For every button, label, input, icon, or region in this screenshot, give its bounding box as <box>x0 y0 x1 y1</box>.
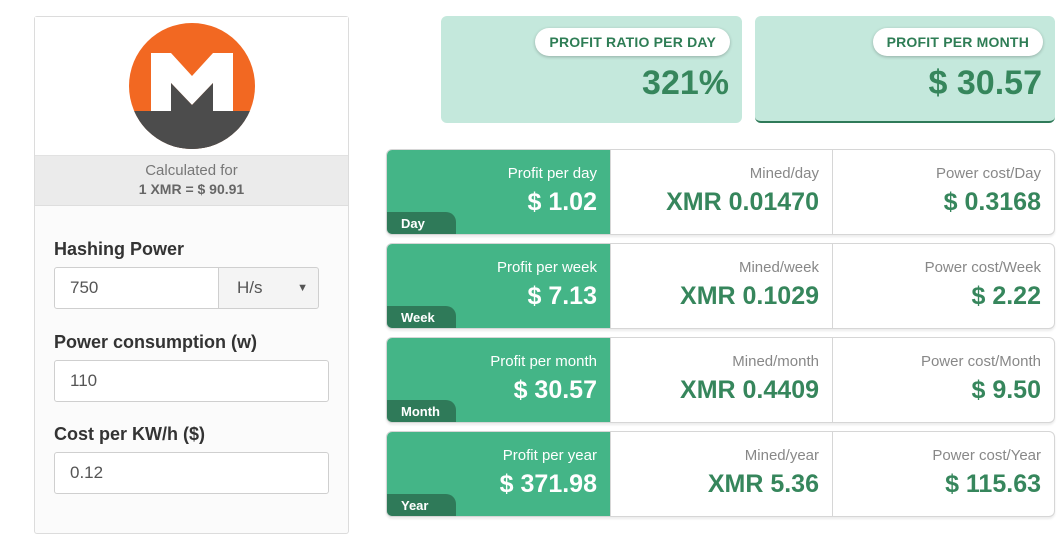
day-power-value: $ 0.3168 <box>943 188 1041 216</box>
day-power-cell: Power cost/Day $ 0.3168 <box>832 150 1054 234</box>
year-tab: Year <box>387 494 456 516</box>
day-row: Profit per day $ 1.02 Day Mined/day XMR … <box>386 149 1055 235</box>
year-mined-cell: Mined/year XMR 5.36 <box>610 432 832 516</box>
power-consumption-input[interactable]: 110 <box>54 360 329 402</box>
week-mined-cell: Mined/week XMR 0.1029 <box>610 244 832 328</box>
profit-ratio-card: PROFIT RATIO PER DAY 321% <box>441 16 742 123</box>
calculator-panel: Calculated for 1 XMR = $ 90.91 Hashing P… <box>34 16 349 534</box>
month-profit-cell: Profit per month $ 30.57 Month <box>387 338 610 422</box>
month-power-label: Power cost/Month <box>920 353 1041 370</box>
profit-ratio-label: PROFIT RATIO PER DAY <box>535 28 730 56</box>
logo-area <box>35 17 348 156</box>
year-power-cell: Power cost/Year $ 115.63 <box>832 432 1054 516</box>
rate-caption: Calculated for <box>145 162 238 179</box>
month-row: Profit per month $ 30.57 Month Mined/mon… <box>386 337 1055 423</box>
day-profit-cell: Profit per day $ 1.02 Day <box>387 150 610 234</box>
week-profit-cell: Profit per week $ 7.13 Week <box>387 244 610 328</box>
day-mined-label: Mined/day <box>749 165 819 182</box>
cost-per-kwh-input[interactable]: 0.12 <box>54 452 329 494</box>
profit-ratio-value: 321% <box>642 64 729 102</box>
week-profit-label: Profit per week <box>496 259 597 276</box>
day-mined-cell: Mined/day XMR 0.01470 <box>610 150 832 234</box>
year-mined-value: XMR 5.36 <box>707 470 819 498</box>
month-profit-label: Profit per month <box>490 353 597 370</box>
month-mined-cell: Mined/month XMR 0.4409 <box>610 338 832 422</box>
day-mined-value: XMR 0.01470 <box>666 188 819 216</box>
year-profit-label: Profit per year <box>502 447 597 464</box>
day-power-label: Power cost/Day <box>935 165 1041 182</box>
month-mined-label: Mined/month <box>732 353 819 370</box>
monero-logo-icon <box>128 23 255 149</box>
hashing-power-label: Hashing Power <box>54 239 185 259</box>
chevron-down-icon: ▼ <box>297 282 308 294</box>
hashing-unit-select[interactable]: H/s ▼ <box>218 267 319 309</box>
week-profit-value: $ 7.13 <box>527 282 597 310</box>
month-tab: Month <box>387 400 456 422</box>
month-profit-value: $ 30.57 <box>513 376 597 404</box>
day-profit-label: Profit per day <box>507 165 597 182</box>
week-power-value: $ 2.22 <box>971 282 1041 310</box>
week-mined-value: XMR 0.1029 <box>680 282 819 310</box>
power-consumption-label: Power consumption (w) <box>54 332 258 352</box>
week-tab: Week <box>387 306 456 328</box>
year-profit-cell: Profit per year $ 371.98 Year <box>387 432 610 516</box>
hashing-power-input[interactable]: 750 <box>54 267 220 309</box>
month-power-cell: Power cost/Month $ 9.50 <box>832 338 1054 422</box>
day-tab: Day <box>387 212 456 234</box>
day-profit-value: $ 1.02 <box>527 188 597 216</box>
month-mined-value: XMR 0.4409 <box>680 376 819 404</box>
month-power-value: $ 9.50 <box>971 376 1041 404</box>
profit-month-label: PROFIT PER MONTH <box>872 28 1043 56</box>
week-power-label: Power cost/Week <box>924 259 1041 276</box>
exchange-rate-box: Calculated for 1 XMR = $ 90.91 <box>35 156 348 206</box>
profit-month-value: $ 30.57 <box>928 64 1042 102</box>
week-power-cell: Power cost/Week $ 2.22 <box>832 244 1054 328</box>
week-mined-label: Mined/week <box>738 259 819 276</box>
year-profit-value: $ 371.98 <box>499 470 597 498</box>
hashing-unit-value: H/s <box>237 278 263 297</box>
cost-per-kwh-label: Cost per KW/h ($) <box>54 424 205 444</box>
year-mined-label: Mined/year <box>744 447 819 464</box>
year-power-value: $ 115.63 <box>945 470 1041 498</box>
rate-value: 1 XMR = $ 90.91 <box>138 181 245 197</box>
year-row: Profit per year $ 371.98 Year Mined/year… <box>386 431 1055 517</box>
week-row: Profit per week $ 7.13 Week Mined/week X… <box>386 243 1055 329</box>
profit-month-card: PROFIT PER MONTH $ 30.57 <box>755 16 1055 123</box>
year-power-label: Power cost/Year <box>932 447 1041 464</box>
